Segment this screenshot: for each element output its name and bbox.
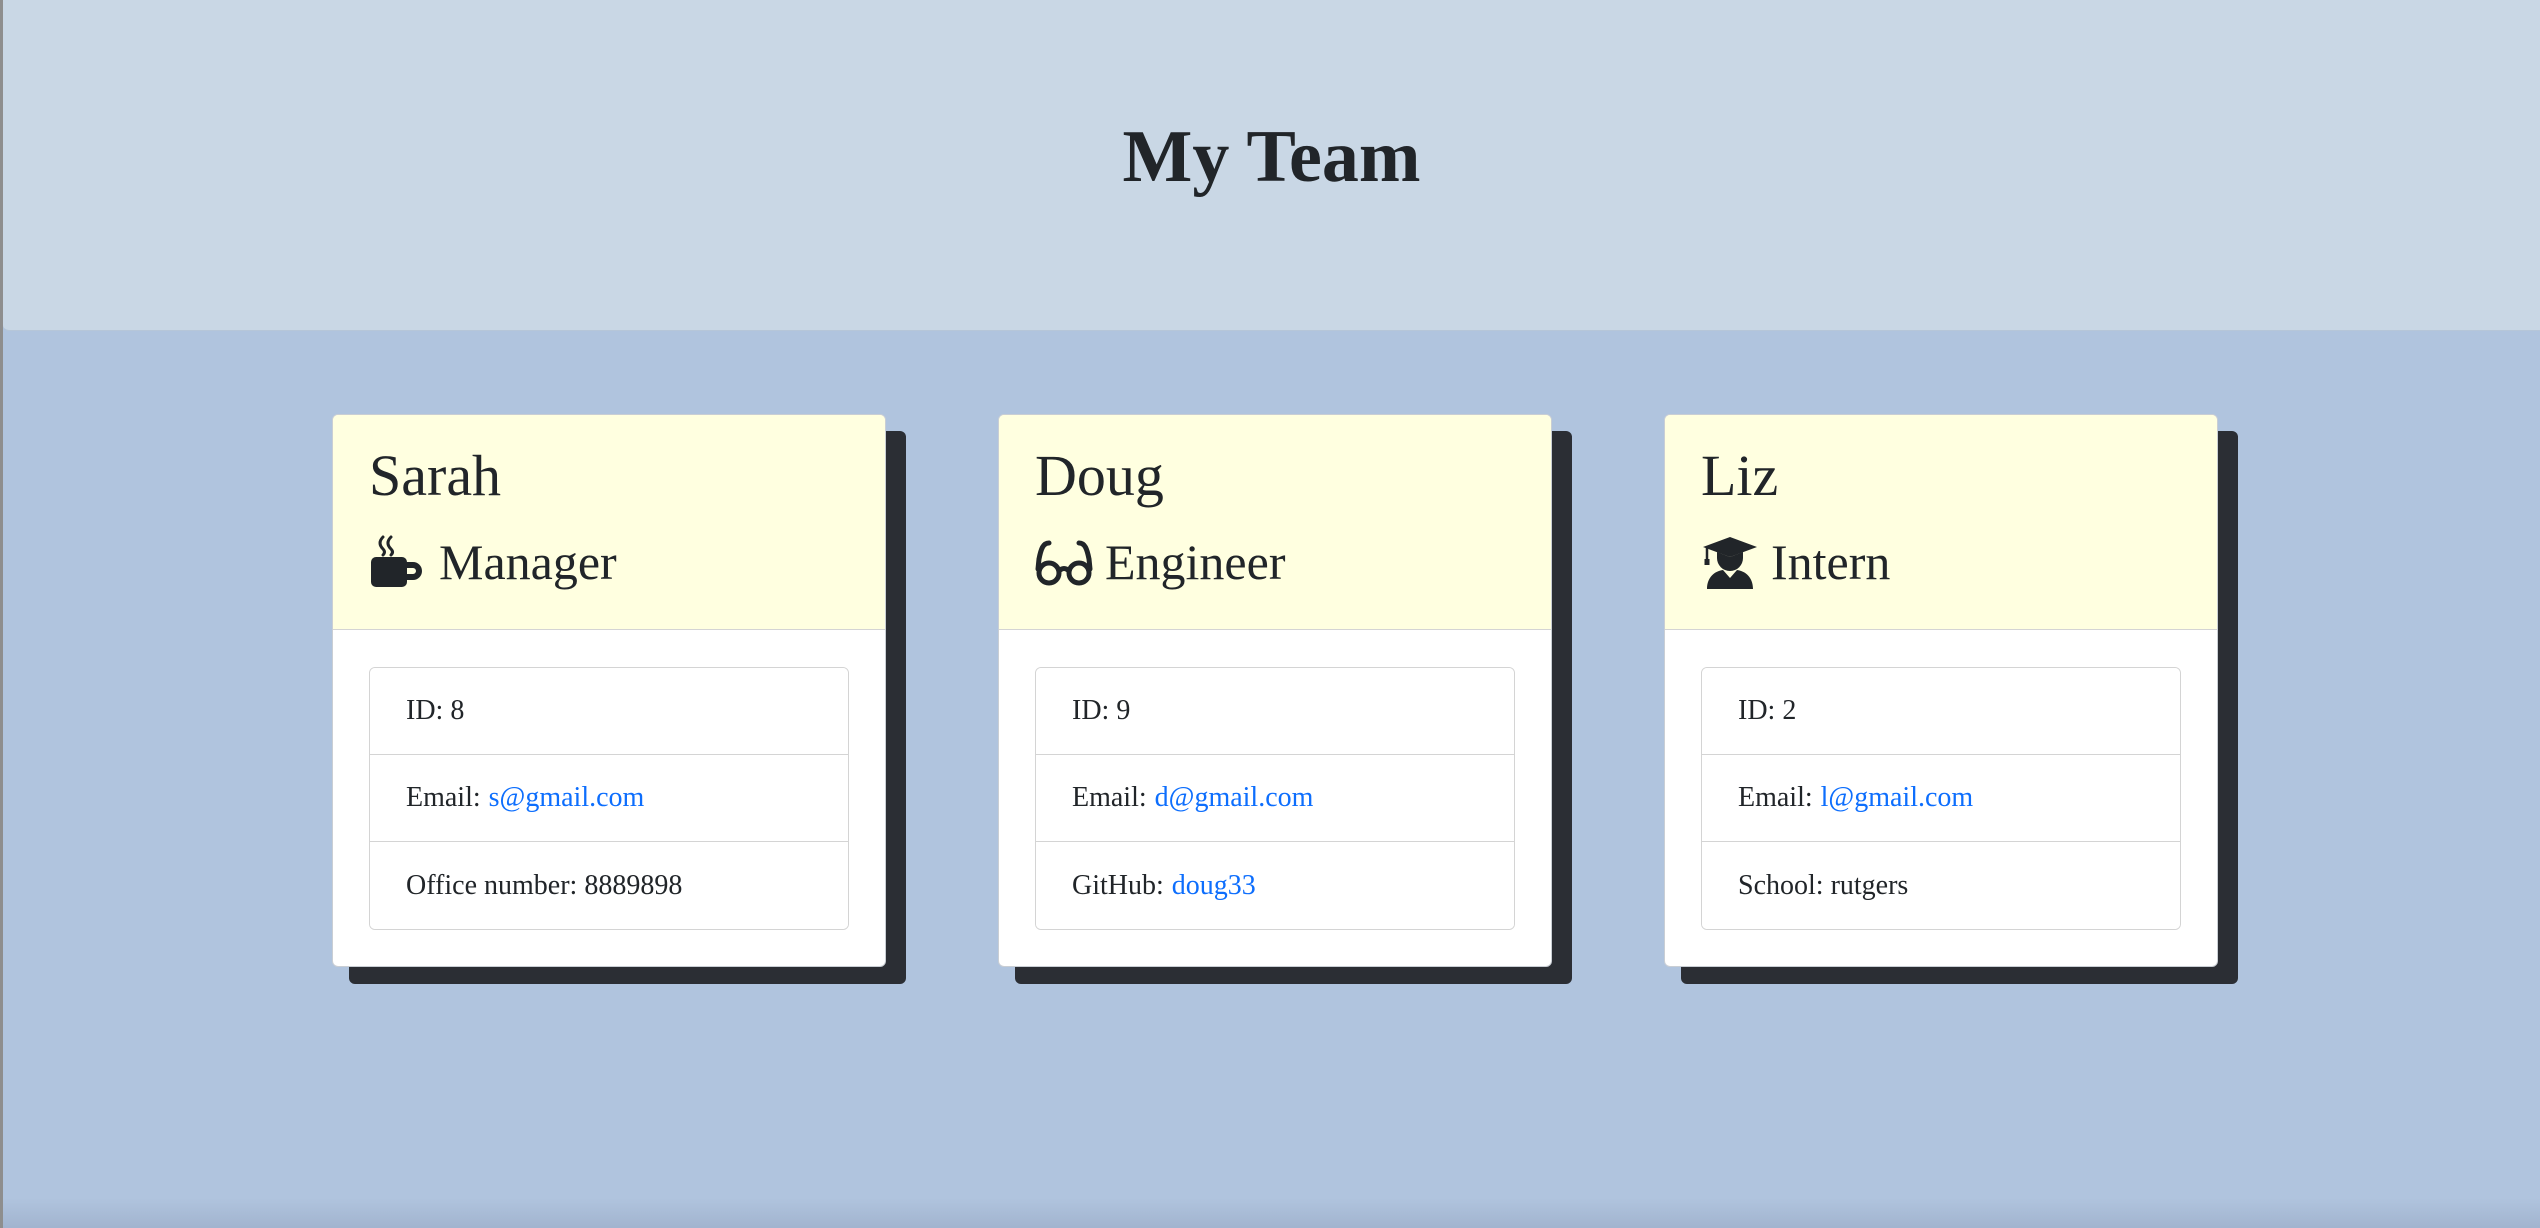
employee-name: Liz xyxy=(1701,443,1779,508)
id-label: ID: xyxy=(1738,695,1776,726)
id-value: 9 xyxy=(1116,695,1131,726)
employee-role: Manager xyxy=(369,527,617,597)
glasses-icon xyxy=(1035,533,1093,591)
graduate-icon xyxy=(1701,533,1759,591)
github-link[interactable]: doug33 xyxy=(1172,870,1256,902)
details-list: ID: 9 Email: d@gmail.com GitHub: doug33 xyxy=(1035,667,1515,930)
school-value: rutgers xyxy=(1830,869,1909,901)
email-label: Email: xyxy=(1738,782,1813,813)
card-header: Sarah Manager xyxy=(333,415,885,630)
id-row: ID: 8 xyxy=(370,668,848,755)
email-row: Email: s@gmail.com xyxy=(370,755,848,842)
bottom-fade xyxy=(3,1198,2540,1228)
page-title: My Team xyxy=(1122,116,1421,198)
email-link[interactable]: l@gmail.com xyxy=(1821,782,1974,814)
id-row: ID: 2 xyxy=(1702,668,2180,755)
role-label: Engineer xyxy=(1105,534,1286,590)
office-number-label: Office number: xyxy=(406,869,578,901)
email-row: Email: l@gmail.com xyxy=(1702,755,2180,842)
employee-card-intern: Liz Intern ID: 2 Email: l@gmail.com Scho… xyxy=(1664,414,2218,967)
id-value: 2 xyxy=(1782,695,1797,726)
mug-icon xyxy=(369,533,427,591)
role-label: Intern xyxy=(1771,534,1891,590)
email-link[interactable]: s@gmail.com xyxy=(489,782,645,814)
employee-role: Engineer xyxy=(1035,527,1285,597)
employee-name: Sarah xyxy=(369,443,502,508)
details-list: ID: 2 Email: l@gmail.com School: rutgers xyxy=(1701,667,2181,930)
school-label: School: xyxy=(1738,869,1824,901)
employee-card-engineer: Doug Engineer ID: 9 Email: d@gmail.com G… xyxy=(998,414,1552,967)
email-label: Email: xyxy=(1072,782,1147,813)
github-label: GitHub: xyxy=(1072,869,1164,901)
email-label: Email: xyxy=(406,782,481,813)
employee-name: Doug xyxy=(1035,443,1164,508)
id-label: ID: xyxy=(406,695,444,726)
role-label: Manager xyxy=(439,534,617,590)
office-number-value: 8889898 xyxy=(584,869,683,901)
github-row: GitHub: doug33 xyxy=(1036,842,1514,929)
card-header: Liz Intern xyxy=(1665,415,2217,630)
office-number-row: Office number: 8889898 xyxy=(370,842,848,929)
email-row: Email: d@gmail.com xyxy=(1036,755,1514,842)
employee-card-manager: Sarah Manager ID: 8 Email: s@gmail.com O… xyxy=(332,414,886,967)
id-label: ID: xyxy=(1072,695,1110,726)
details-list: ID: 8 Email: s@gmail.com Office number: … xyxy=(369,667,849,930)
id-row: ID: 9 xyxy=(1036,668,1514,755)
team-header: My Team xyxy=(3,0,2540,331)
id-value: 8 xyxy=(450,695,465,726)
employee-role: Intern xyxy=(1701,527,1890,597)
card-header: Doug Engineer xyxy=(999,415,1551,630)
email-link[interactable]: d@gmail.com xyxy=(1155,782,1314,814)
school-row: School: rutgers xyxy=(1702,842,2180,929)
